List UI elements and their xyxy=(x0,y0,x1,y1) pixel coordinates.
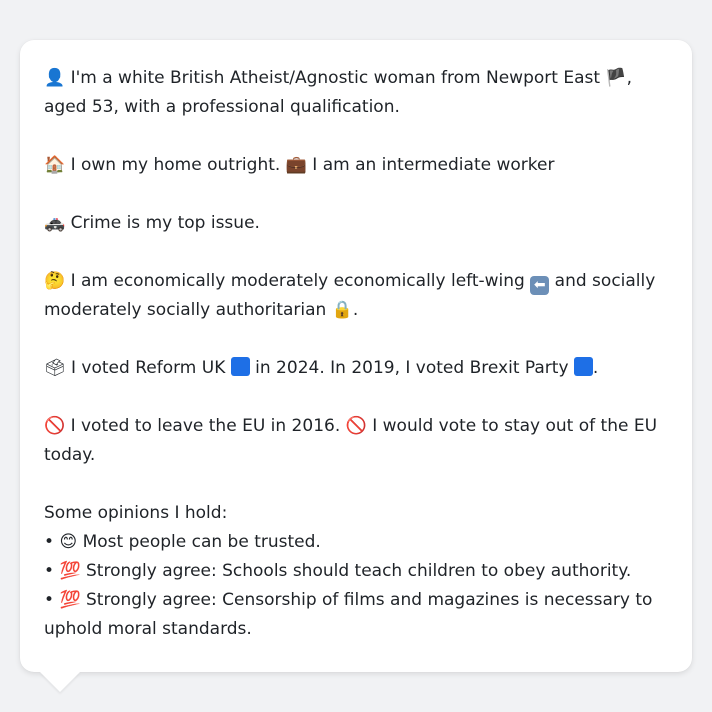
smiling-face-icon: 😊 xyxy=(59,532,78,552)
thinking-face-icon: 🤔 xyxy=(44,271,66,291)
opinion-text-1: Most people can be trusted. xyxy=(82,532,321,552)
prohibited-icon-2: 🚫 xyxy=(345,416,367,436)
politics-line: 🤔 I am economically moderately economica… xyxy=(44,267,668,325)
police-car-icon: 🚓 xyxy=(44,213,66,233)
welsh-flag-icon: 🏴 xyxy=(605,68,627,88)
eu-text-a: I voted to leave the EU in 2016. xyxy=(70,416,341,436)
opinion-item-1: • 😊 Most people can be trusted. xyxy=(44,528,668,557)
house-icon: 🏠 xyxy=(44,155,66,175)
opinion-text-3: Strongly agree: Censorship of films and … xyxy=(44,590,653,639)
briefcase-icon: 💼 xyxy=(285,155,307,175)
vote-text-b: in 2024. In 2019, I voted Brexit Party xyxy=(255,358,569,378)
bullet: • xyxy=(44,590,55,610)
reform-uk-square-icon xyxy=(230,357,250,376)
left-arrow-icon: ⬅ xyxy=(530,276,550,295)
prohibited-icon: 🚫 xyxy=(44,416,66,436)
hundred-points-icon: 💯 xyxy=(59,590,81,610)
vote-line: 🗳 I voted Reform UK in 2024. In 2019, I … xyxy=(44,354,668,383)
brexit-party-square-icon xyxy=(573,357,593,376)
speech-bubble-tail xyxy=(40,672,80,692)
persona-card: 👤 I'm a white British Atheist/Agnostic w… xyxy=(20,40,692,672)
opinion-text-2: Strongly agree: Schools should teach chi… xyxy=(86,561,632,581)
home-text-b: I am an intermediate worker xyxy=(312,155,555,175)
opinion-item-3: • 💯 Strongly agree: Censorship of films … xyxy=(44,586,668,644)
home-line: 🏠 I own my home outright. 💼 I am an inte… xyxy=(44,151,668,180)
issue-text: Crime is my top issue. xyxy=(70,213,260,233)
bullet: • xyxy=(44,561,55,581)
politics-text-c: . xyxy=(352,300,359,320)
lock-icon: 🔒 xyxy=(331,300,353,320)
person-icon: 👤 xyxy=(44,68,66,88)
issue-line: 🚓 Crime is my top issue. xyxy=(44,209,668,238)
bullet: • xyxy=(44,532,55,552)
opinions-heading: Some opinions I hold: xyxy=(44,503,228,523)
home-text-a: I own my home outright. xyxy=(70,155,281,175)
hundred-points-icon: 💯 xyxy=(59,561,81,581)
intro-line: 👤 I'm a white British Atheist/Agnostic w… xyxy=(44,64,668,122)
eu-line: 🚫 I voted to leave the EU in 2016. 🚫 I w… xyxy=(44,412,668,470)
intro-text-a: I'm a white British Atheist/Agnostic wom… xyxy=(70,68,601,88)
opinion-item-2: • 💯 Strongly agree: Schools should teach… xyxy=(44,557,668,586)
ballot-box-icon: 🗳 xyxy=(44,358,66,378)
vote-text-c: . xyxy=(592,358,599,378)
vote-text-a: I voted Reform UK xyxy=(71,358,226,378)
politics-text-a: I am economically moderately economicall… xyxy=(70,271,525,291)
